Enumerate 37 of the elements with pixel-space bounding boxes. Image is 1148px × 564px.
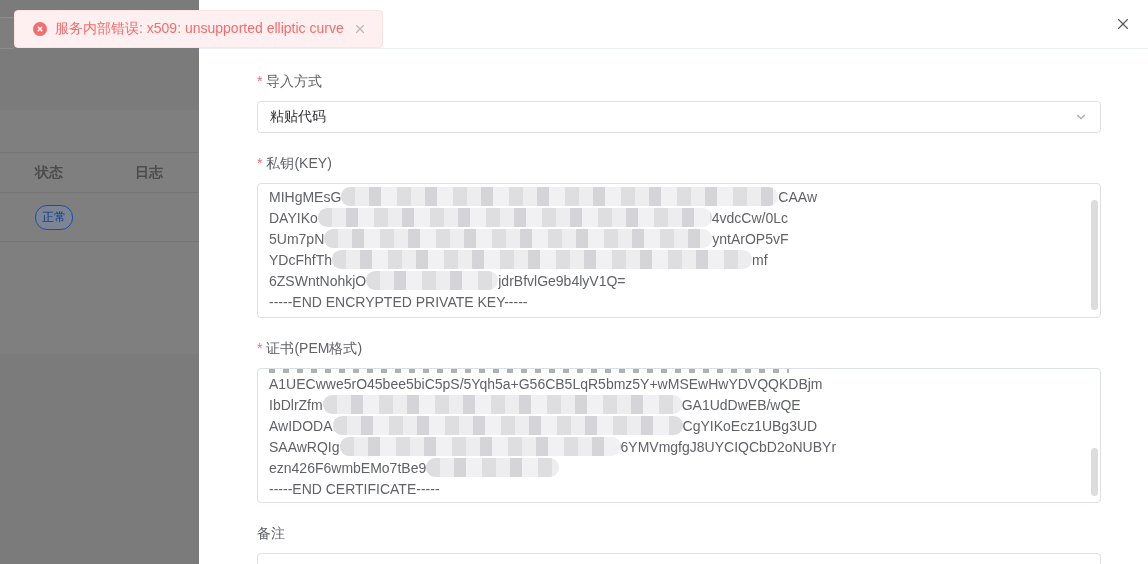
required-mark: *: [257, 72, 263, 91]
code-line: IbDlrZfm: [269, 396, 323, 413]
code-line: YDcFhfTh: [269, 251, 332, 268]
code-line: SAAwRQIg: [269, 438, 340, 455]
required-mark: *: [257, 154, 263, 173]
code-line: mf: [752, 251, 768, 268]
code-line: CgYIKoEcz1UBg3UD: [682, 417, 818, 434]
code-line: jdrBfvlGe9b4lyV1Q=: [498, 272, 626, 289]
code-line: AwIDODA: [269, 417, 333, 434]
scrollbar[interactable]: [1091, 200, 1098, 310]
text-area[interactable]: MIHgMEsG CAAw DAYIKo 4vdcCw/0Lc 5Um7pN yntArOP5vF YDcFhfTh mf 6ZSWntNohkjO jdrBfvlGe9b4lyV1Q= -----END ENCRYPTED PRIVATE KEY-----: [257, 183, 1101, 318]
text-area[interactable]: A1UECwwe5rO45bee5biC5pS/5Yqh5a+G56CB5LqR5bmz5Y+wMSEwHwYDVQQKDBjm IbDlrZfm GA1UdDwEB/wQE AwIDODA CgYIKoEcz1UBg3UD SAAwRQIg 6YMVmgfgJ8UYCIQCbD2oNUBYr ezn426F6wmbEMo7tBe9 -----END CERTIFICATE-----: [257, 368, 1101, 503]
status-tag: 正常: [35, 204, 73, 230]
code-line: 6ZSWntNohkjO: [269, 272, 367, 289]
code-line: -----END ENCRYPTED PRIVATE KEY-----: [269, 293, 528, 310]
code-line: DAYIKo: [269, 209, 318, 226]
code-line: -----END CERTIFICATE-----: [269, 480, 440, 497]
code-line: CAAw: [778, 188, 817, 205]
field-label: 证书(PEM格式): [266, 339, 363, 358]
code-line: MIHgMEsG: [269, 188, 342, 205]
field-label: 备注: [257, 524, 285, 543]
code-line: yntArOP5vF: [712, 230, 789, 247]
code-line: 4vdcCw/0Lc: [711, 209, 789, 226]
code-line: GA1UdDwEB/wQE: [681, 396, 801, 413]
code-line: 6YMVmgfgJ8UYCIQCbD2oNUBYr: [620, 438, 837, 455]
error-icon: [33, 22, 47, 36]
field-label: 导入方式: [266, 72, 323, 91]
scrollbar[interactable]: [1091, 448, 1098, 496]
select-value: 粘贴代码: [270, 108, 326, 126]
toast-message: 服务内部错误: x509: unsupported elliptic curve: [55, 20, 344, 38]
field-label: 私钥(KEY): [266, 154, 332, 173]
select-field[interactable]: 粘贴代码: [257, 101, 1101, 133]
required-mark: *: [257, 339, 263, 358]
code-line: ezn426F6wmbEMo7tBe9: [269, 459, 427, 476]
code-line: 5Um7pN: [269, 230, 325, 247]
close-icon: [353, 22, 367, 36]
code-line: A1UECwwe5rO45bee5biC5pS/5Yqh5a+G56CB5LqR5bmz5Y+wMSEwHwYDVQQKDBjm: [269, 375, 823, 392]
